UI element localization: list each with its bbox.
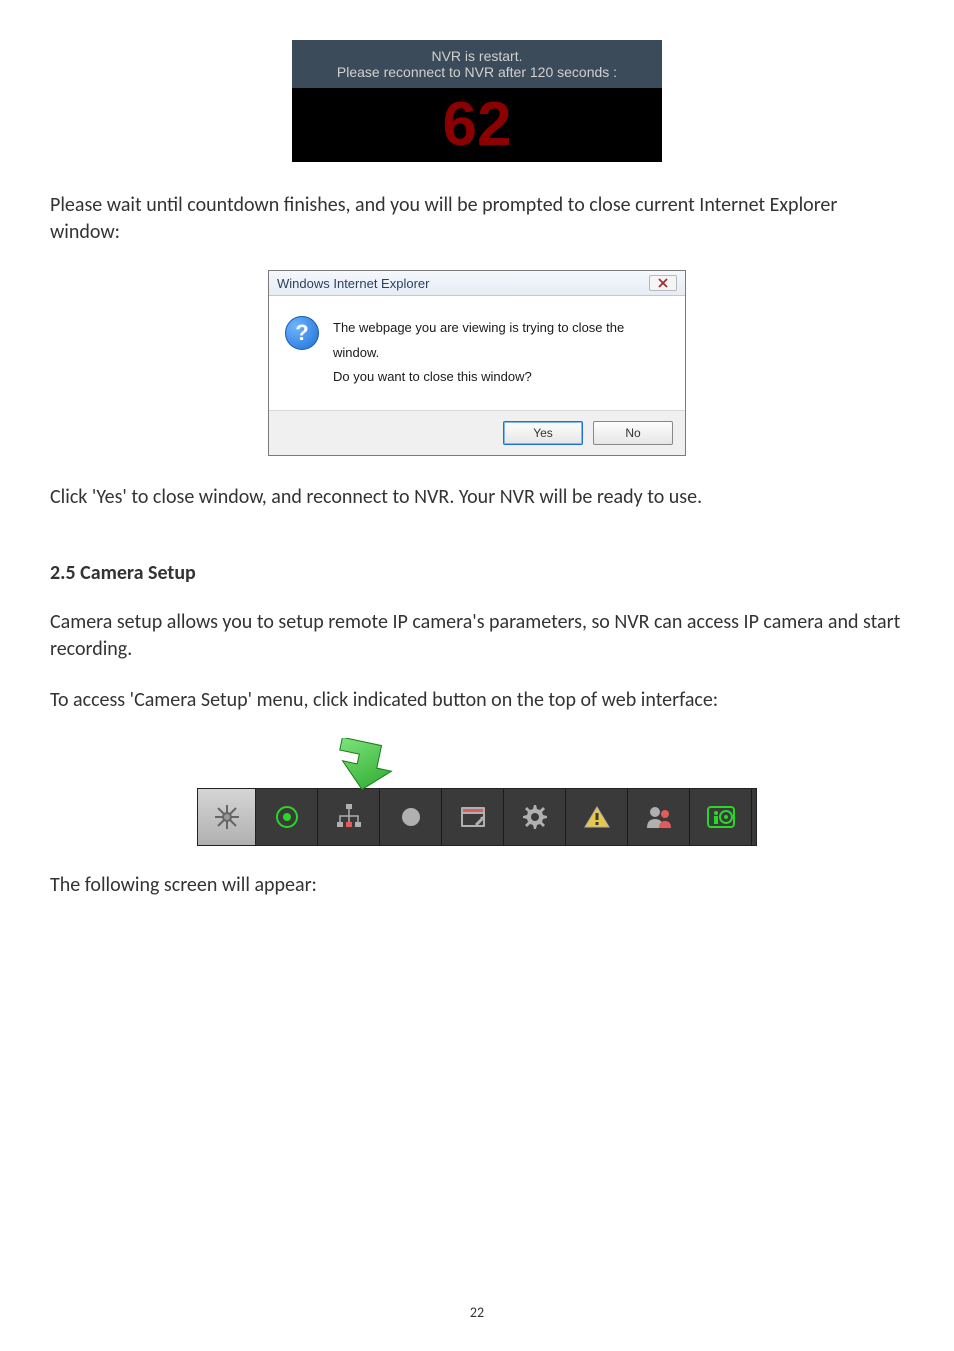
section-heading: 2.5 Camera Setup xyxy=(50,561,904,585)
paragraph-2: Click 'Yes' to close window, and reconne… xyxy=(50,484,904,511)
nvr-line1: NVR is restart. xyxy=(292,48,662,64)
dialog-content: ? The webpage you are viewing is trying … xyxy=(269,296,685,410)
network-icon xyxy=(334,802,364,832)
paragraph-4: To access 'Camera Setup' menu, click ind… xyxy=(50,687,904,714)
toolbar-first-cell xyxy=(198,789,256,845)
nvr-line2: Please reconnect to NVR after 120 second… xyxy=(292,64,662,80)
gear-icon xyxy=(521,803,549,831)
dialog-msg1: The webpage you are viewing is trying to… xyxy=(333,316,669,365)
dialog-text: The webpage you are viewing is trying to… xyxy=(333,316,669,390)
camera-icon xyxy=(273,803,301,831)
paragraph-1: Please wait until countdown finishes, an… xyxy=(50,192,904,246)
paragraph-5: The following screen will appear: xyxy=(50,872,904,899)
yes-button[interactable]: Yes xyxy=(503,421,583,445)
asterisk-icon xyxy=(211,801,243,833)
toolbar-network-button[interactable] xyxy=(318,789,380,845)
toolbar-info-button[interactable] xyxy=(690,789,752,845)
nvr-restart-box: NVR is restart. Please reconnect to NVR … xyxy=(292,40,662,162)
nvr-countdown: 62 xyxy=(292,94,662,156)
toolbar-screenshot xyxy=(197,738,757,846)
toolbar-camera-button[interactable] xyxy=(256,789,318,845)
toolbar-alert-button[interactable] xyxy=(566,789,628,845)
record-icon xyxy=(399,805,423,829)
nvr-header: NVR is restart. Please reconnect to NVR … xyxy=(292,40,662,88)
no-button[interactable]: No xyxy=(593,421,673,445)
page-number: 22 xyxy=(0,1304,954,1321)
dialog-titlebar: Windows Internet Explorer xyxy=(269,271,685,296)
dialog-msg2: Do you want to close this window? xyxy=(333,365,669,390)
nvr-toolbar xyxy=(197,788,757,846)
nvr-body: 62 xyxy=(292,88,662,162)
toolbar-record-button[interactable] xyxy=(380,789,442,845)
help-icon: ? xyxy=(285,316,319,350)
close-icon[interactable] xyxy=(649,275,677,291)
toolbar-schedule-button[interactable] xyxy=(442,789,504,845)
dialog-buttons: Yes No xyxy=(269,410,685,455)
toolbar-user-button[interactable] xyxy=(628,789,690,845)
ie-close-dialog: Windows Internet Explorer ? The webpage … xyxy=(268,270,686,456)
info-icon xyxy=(706,805,736,829)
pointer-arrow-icon xyxy=(332,738,402,794)
dialog-title: Windows Internet Explorer xyxy=(277,276,429,291)
alert-icon xyxy=(583,804,611,830)
paragraph-3: Camera setup allows you to setup remote … xyxy=(50,609,904,663)
toolbar-settings-button[interactable] xyxy=(504,789,566,845)
schedule-icon xyxy=(458,803,488,831)
user-icon xyxy=(645,804,673,830)
